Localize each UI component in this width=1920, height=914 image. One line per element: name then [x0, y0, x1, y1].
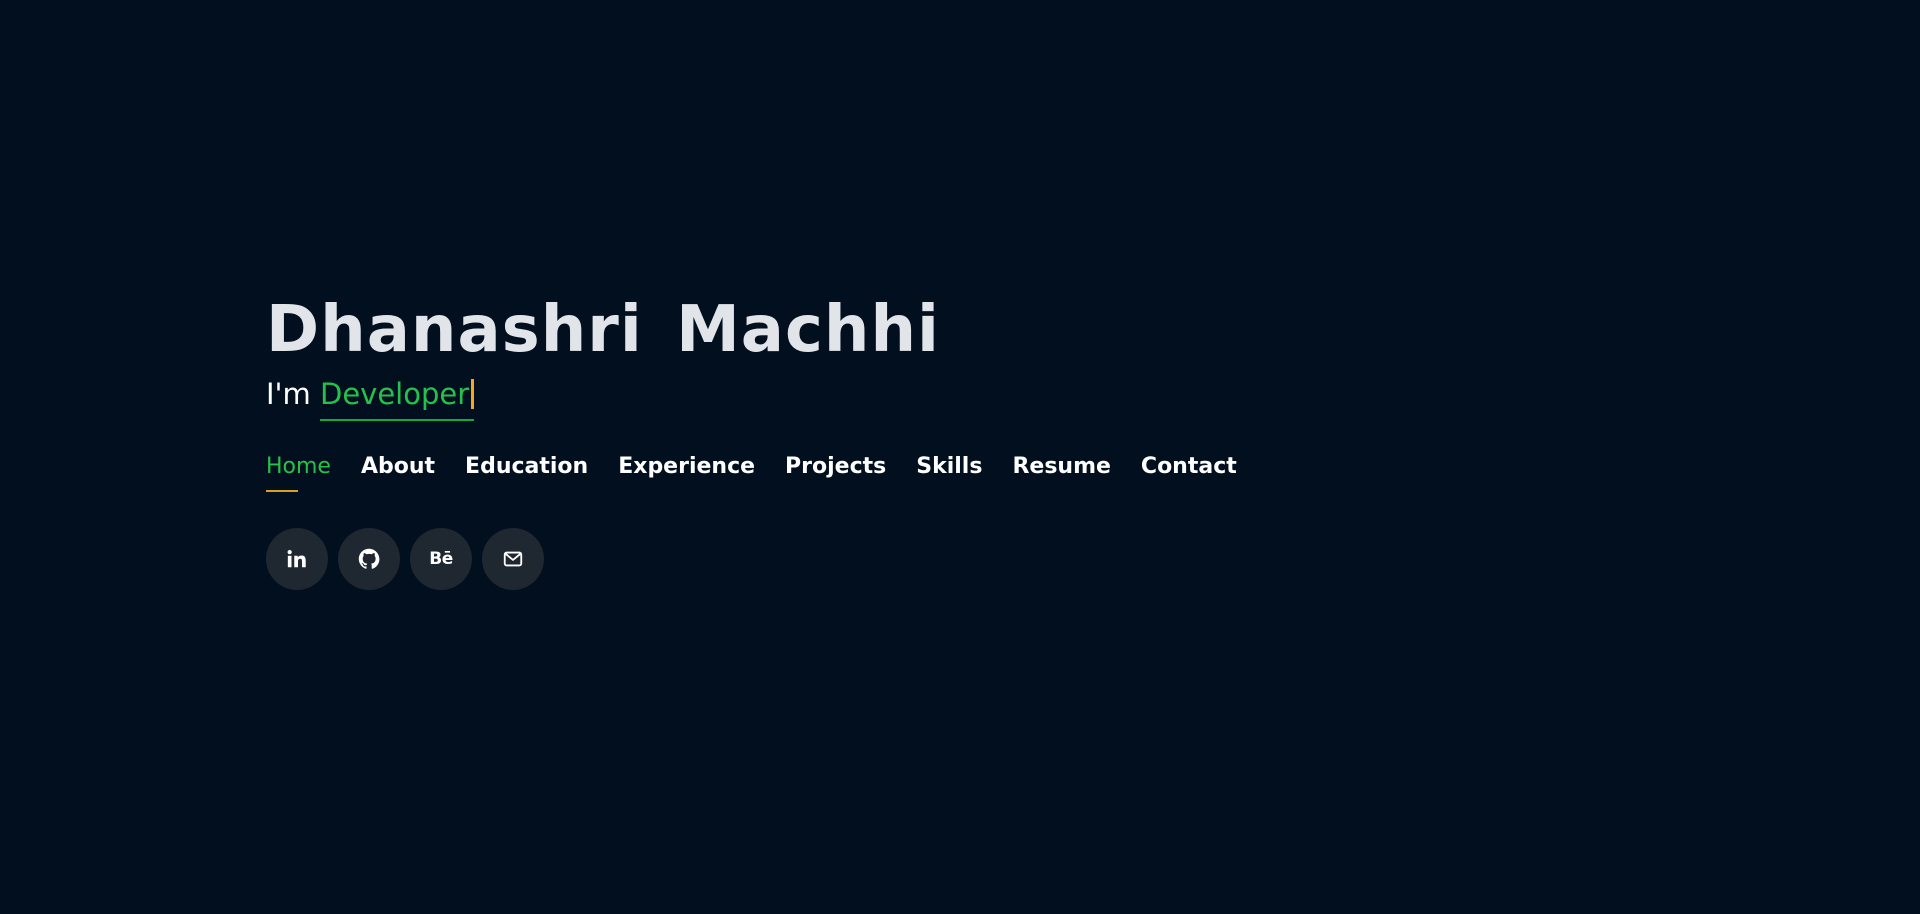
typed-role-text: Developer: [320, 377, 470, 411]
nav-item-projects[interactable]: Projects: [785, 450, 886, 494]
nav-item-experience[interactable]: Experience: [618, 450, 755, 494]
typing-caret: [471, 379, 475, 409]
typed-role: Developer: [320, 372, 475, 421]
github-button[interactable]: [338, 528, 400, 590]
nav-item-home[interactable]: Home: [266, 450, 331, 494]
github-icon: [357, 547, 381, 571]
email-button[interactable]: [482, 528, 544, 590]
nav-item-education[interactable]: Education: [465, 450, 588, 494]
nav-item-contact[interactable]: Contact: [1141, 450, 1237, 494]
tagline-prefix: I'm: [266, 377, 320, 411]
nav-item-resume[interactable]: Resume: [1012, 450, 1110, 494]
social-links: Bē: [266, 528, 1566, 590]
nav-item-skills[interactable]: Skills: [916, 450, 982, 494]
hero-tagline: I'm Developer: [266, 372, 1566, 422]
behance-icon: Bē: [429, 549, 453, 569]
behance-button[interactable]: Bē: [410, 528, 472, 590]
hero-name: Dhanashri Machhi: [266, 293, 940, 367]
mail-icon: [502, 548, 524, 570]
linkedin-icon: [286, 548, 308, 570]
nav-item-about[interactable]: About: [361, 450, 435, 494]
main-nav: Home About Education Experience Projects…: [266, 450, 1566, 494]
linkedin-button[interactable]: [266, 528, 328, 590]
hero-section: Dhanashri Machhi I'm Developer Home Abou…: [266, 290, 1566, 590]
